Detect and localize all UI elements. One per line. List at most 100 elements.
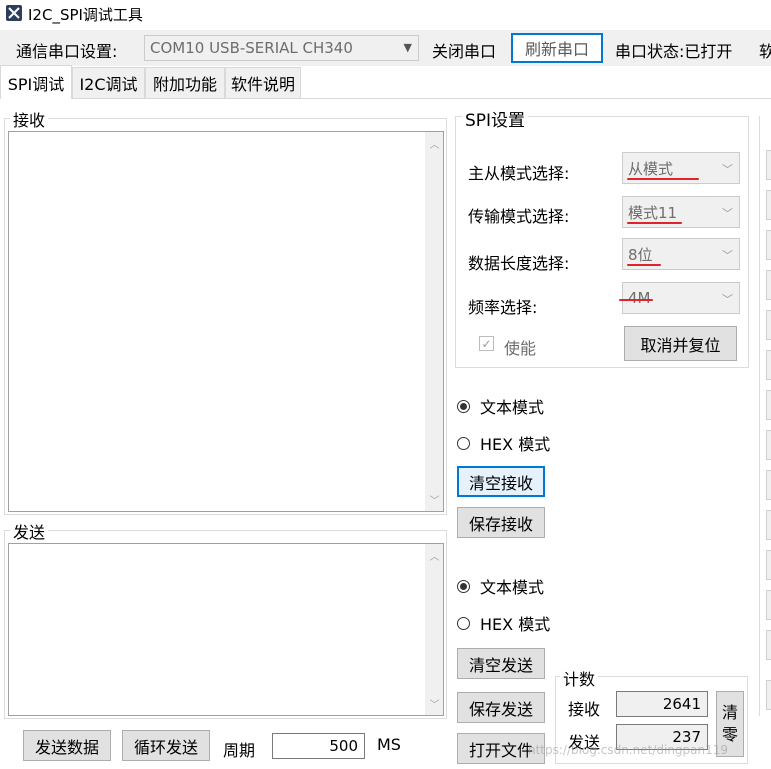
overflow-text: 软 (759, 42, 771, 61)
send-text-mode-label: 文本模式 (480, 578, 545, 597)
annotation-underline (627, 178, 699, 180)
watermark: https://blog.csdn.net/dingpan119 (528, 743, 729, 757)
tab-i2c[interactable]: I2C调试 (72, 67, 145, 98)
partial-control (766, 270, 771, 300)
tab-spi[interactable]: SPI调试 (0, 65, 72, 99)
counter-recv-text: 2641 (662, 695, 701, 713)
title-bar: I2C_SPI调试工具 (0, 0, 771, 28)
scroll-up-icon[interactable]: ︿ (426, 136, 443, 151)
radio-circle (457, 399, 470, 413)
refresh-port-label: 刷新串口 (524, 40, 589, 59)
save-send-label: 保存发送 (468, 699, 533, 719)
tab-about-label: 软件说明 (230, 75, 295, 94)
radio-circle (457, 579, 470, 593)
open-file-label: 打开文件 (468, 740, 533, 760)
receive-text-mode-radio[interactable]: 文本模式 (457, 394, 544, 418)
send-text-mode-radio[interactable]: 文本模式 (457, 574, 544, 598)
length-label: 数据长度选择: (468, 254, 570, 273)
partial-control (766, 190, 771, 220)
send-title: 发送 (10, 519, 49, 543)
receive-title: 接收 (10, 107, 49, 131)
partial-control (766, 510, 771, 540)
transfer-select-value: 模式11 (628, 203, 678, 222)
save-send-button[interactable]: 保存发送 (457, 692, 545, 723)
annotation-underline (627, 264, 661, 266)
cancel-reset-label: 取消并复位 (640, 335, 721, 355)
enable-label: 使能 (504, 339, 537, 358)
transfer-label: 传输模式选择: (468, 207, 570, 226)
port-select[interactable]: COM10 USB-SERIAL CH340 ▼ (144, 35, 419, 61)
partial-control (766, 350, 771, 380)
freq-select[interactable]: 4M ﹀ (622, 282, 740, 314)
port-status: 串口状态:已打开 (615, 42, 733, 61)
tab-extra[interactable]: 附加功能 (145, 67, 225, 98)
clear-counter-label-1: 清 (721, 703, 738, 722)
tab-about[interactable]: 软件说明 (225, 67, 301, 98)
freq-select-value: 4M (628, 289, 651, 307)
refresh-port-button[interactable]: 刷新串口 (511, 33, 603, 63)
clear-receive-button[interactable]: 清空接收 (457, 466, 545, 497)
partial-control (766, 430, 771, 460)
partial-control (766, 150, 771, 180)
port-select-value: COM10 USB-SERIAL CH340 (150, 39, 353, 57)
annotation-underline (627, 222, 682, 224)
period-input[interactable]: 500 (272, 733, 365, 759)
tab-strip-border (0, 98, 771, 99)
send-data-label: 发送数据 (34, 737, 99, 757)
chevron-down-icon: ﹀ (722, 293, 733, 306)
partial-control (766, 310, 771, 340)
save-receive-button[interactable]: 保存接收 (457, 507, 545, 538)
partial-control (766, 680, 771, 710)
mode-select-value: 从模式 (628, 159, 674, 178)
toolbar: 通信串口设置: COM10 USB-SERIAL CH340 ▼ 关闭串口 刷新… (0, 30, 771, 66)
tab-i2c-label: I2C调试 (79, 75, 138, 94)
chevron-down-icon: ▼ (403, 41, 412, 54)
period-input-value: 500 (329, 737, 358, 755)
clear-receive-label: 清空接收 (468, 473, 533, 493)
radio-circle (457, 616, 470, 630)
scroll-up-icon[interactable]: ︿ (426, 548, 443, 563)
counter-recv-value: 2641 (616, 691, 708, 717)
counter-recv-label: 接收 (568, 700, 601, 719)
mode-label: 主从模式选择: (468, 164, 570, 183)
receive-text-mode-label: 文本模式 (480, 398, 545, 417)
clear-send-label: 清空发送 (468, 655, 533, 675)
cancel-reset-button[interactable]: 取消并复位 (624, 326, 737, 361)
scroll-down-icon[interactable]: ﹀ (426, 696, 443, 711)
close-port-button[interactable]: 关闭串口 (432, 38, 496, 62)
annotation-underline (619, 299, 653, 301)
chevron-down-icon: ﹀ (722, 163, 733, 176)
tab-extra-label: 附加功能 (152, 75, 217, 94)
enable-checkbox[interactable]: ✓ (479, 336, 494, 351)
counter-title: 计数 (560, 666, 599, 690)
freq-label: 频率选择: (468, 298, 538, 317)
receive-textarea[interactable]: ︿ ﹀ (8, 131, 444, 512)
app-icon (6, 5, 22, 21)
receive-hex-mode-radio[interactable]: HEX 模式 (457, 431, 550, 455)
period-unit: MS (377, 735, 401, 754)
loop-send-label: 循环发送 (133, 737, 198, 757)
send-scrollbar[interactable]: ︿ ﹀ (425, 544, 443, 715)
send-textarea[interactable]: ︿ ﹀ (8, 543, 444, 716)
length-select-value: 8位 (628, 245, 653, 264)
receive-scrollbar[interactable]: ︿ ﹀ (425, 132, 443, 511)
send-hex-mode-radio[interactable]: HEX 模式 (457, 611, 550, 635)
chevron-down-icon: ﹀ (722, 249, 733, 262)
loop-send-button[interactable]: 循环发送 (122, 730, 210, 761)
clear-send-button[interactable]: 清空发送 (457, 648, 545, 679)
partial-control (766, 630, 771, 660)
partial-control (766, 550, 771, 580)
period-label: 周期 (223, 741, 256, 760)
checkmark-icon: ✓ (481, 336, 492, 351)
chevron-down-icon: ﹀ (722, 207, 733, 220)
receive-hex-mode-label: HEX 模式 (480, 435, 551, 454)
spi-settings-title: SPI设置 (462, 106, 529, 131)
send-data-button[interactable]: 发送数据 (23, 730, 111, 761)
radio-circle (457, 436, 470, 450)
partial-control (766, 590, 771, 620)
scroll-down-icon[interactable]: ﹀ (426, 492, 443, 507)
partial-control (766, 230, 771, 260)
save-receive-label: 保存接收 (468, 514, 533, 534)
tab-spi-label: SPI调试 (7, 74, 65, 94)
send-hex-mode-label: HEX 模式 (480, 615, 551, 634)
